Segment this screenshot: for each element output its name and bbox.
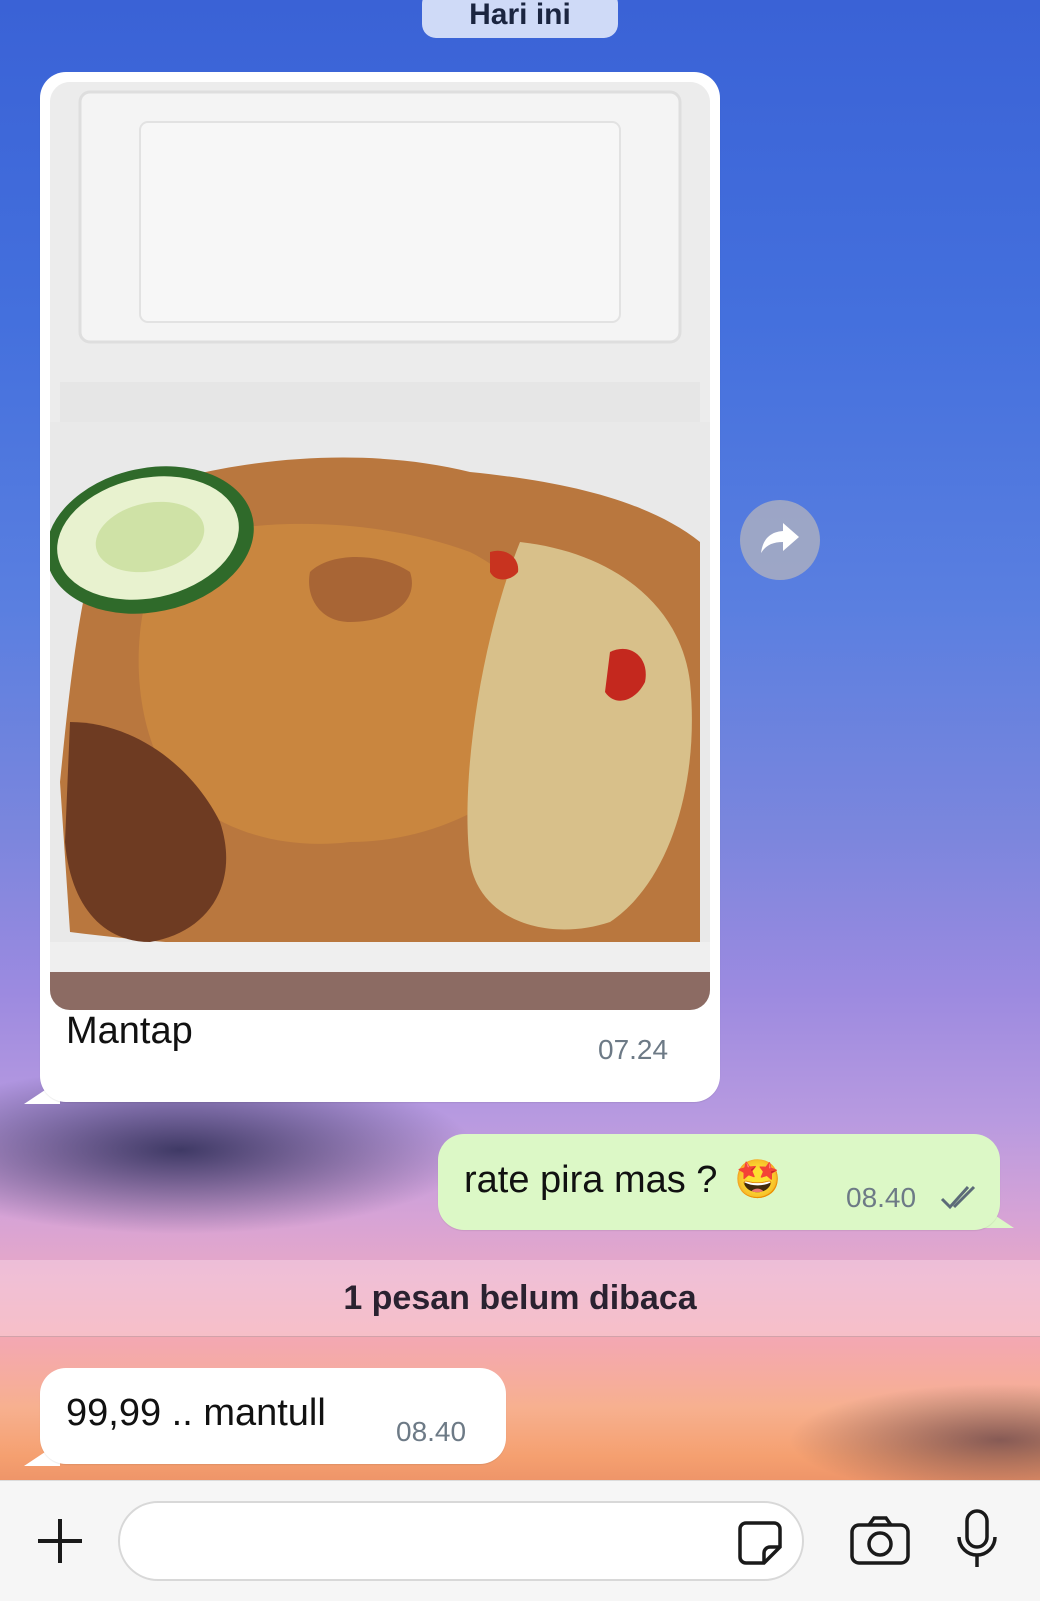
star-struck-emoji: 🤩 <box>734 1159 782 1201</box>
incoming-message-bubble[interactable]: 99,99 .. mantull 08.40 <box>40 1368 506 1464</box>
outgoing-message-bubble[interactable]: rate pira mas ? 🤩 08.40 <box>438 1134 1000 1230</box>
unread-label: 1 pesan belum dibaca <box>343 1278 697 1317</box>
image-caption: Mantap <box>66 1010 193 1052</box>
message-timestamp: 07.24 <box>598 1034 669 1065</box>
forward-icon <box>759 521 801 560</box>
message-timestamp: 08.40 <box>396 1416 467 1447</box>
message-composer <box>0 1480 1040 1601</box>
unread-messages-divider: 1 pesan belum dibaca <box>0 1260 1040 1337</box>
microphone-icon[interactable] <box>954 1507 1000 1573</box>
message-input[interactable] <box>118 1501 804 1581</box>
message-text: 99,99 .. mantull <box>66 1392 326 1434</box>
message-text: rate pira mas ? <box>464 1159 718 1201</box>
date-label: Hari ini <box>469 0 571 31</box>
forward-button[interactable] <box>740 500 820 580</box>
plus-icon[interactable] <box>30 1511 90 1571</box>
double-check-icon <box>938 1182 982 1214</box>
image-message-bubble[interactable]: Mantap 07.24 <box>40 72 720 1102</box>
camera-icon[interactable] <box>848 1511 912 1571</box>
message-timestamp: 08.40 <box>846 1182 917 1213</box>
sticker-icon[interactable] <box>734 1517 786 1569</box>
date-separator: Hari ini <box>422 0 618 38</box>
food-photo[interactable] <box>50 82 710 1010</box>
